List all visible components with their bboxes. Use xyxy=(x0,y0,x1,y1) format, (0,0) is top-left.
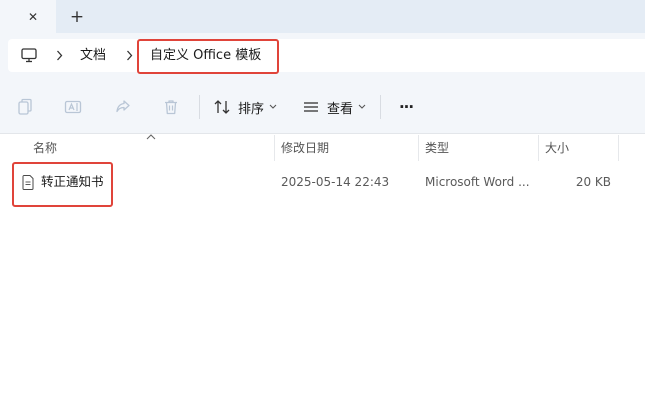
column-name[interactable]: 名称 xyxy=(33,135,57,161)
highlight-annotation xyxy=(137,39,279,74)
view-button[interactable]: 查看 xyxy=(302,93,366,121)
sort-ascending-icon xyxy=(146,134,156,140)
column-divider[interactable] xyxy=(418,135,419,161)
plus-icon: + xyxy=(69,6,85,27)
file-modified: 2025-05-14 22:43 xyxy=(281,175,390,189)
column-type[interactable]: 类型 xyxy=(425,135,449,161)
trash-icon xyxy=(165,100,177,115)
address-bar: 文档 自定义 Office 模板 xyxy=(0,33,645,80)
breadcrumb-item-documents[interactable]: 文档 xyxy=(80,39,106,72)
command-bar: 排序 查看 ··· xyxy=(0,80,645,134)
highlight-annotation xyxy=(12,162,113,207)
copy-icon xyxy=(18,98,32,115)
more-options-button[interactable]: ··· xyxy=(394,93,418,121)
new-tab-button[interactable]: + xyxy=(66,6,88,28)
close-tab-button[interactable]: ✕ xyxy=(23,7,43,27)
toolbar-divider xyxy=(380,95,381,119)
list-view-icon xyxy=(304,102,318,112)
computer-icon[interactable] xyxy=(18,39,40,72)
column-divider[interactable] xyxy=(618,135,619,161)
sort-icon xyxy=(214,100,230,114)
rename-button[interactable] xyxy=(64,93,86,121)
chevron-right-icon[interactable] xyxy=(122,39,136,72)
sort-label: 排序 xyxy=(238,101,265,117)
tab-strip: ✕ + xyxy=(0,0,645,33)
file-explorer-window: ✕ + 文档 自定义 Office 模板 排序 查看 ··· 名称 修改日期 类… xyxy=(0,0,645,401)
share-icon xyxy=(116,100,130,113)
column-modified[interactable]: 修改日期 xyxy=(281,135,329,161)
chevron-down-icon xyxy=(269,104,277,109)
rename-icon xyxy=(64,100,82,114)
column-divider[interactable] xyxy=(538,135,539,161)
share-button[interactable] xyxy=(114,93,136,121)
file-list: 转正通知书 2025-05-14 22:43 Microsoft Word ..… xyxy=(0,162,645,401)
column-divider[interactable] xyxy=(274,135,275,161)
file-size: 20 KB xyxy=(575,175,611,189)
delete-button[interactable] xyxy=(162,93,184,121)
tab-active[interactable]: ✕ xyxy=(0,0,56,33)
view-label: 查看 xyxy=(327,101,354,117)
column-header: 名称 修改日期 类型 大小 xyxy=(0,134,645,161)
chevron-right-icon[interactable] xyxy=(52,39,66,72)
more-icon: ··· xyxy=(398,98,414,116)
file-type: Microsoft Word ... xyxy=(425,175,530,189)
close-icon: ✕ xyxy=(27,10,39,24)
copy-button[interactable] xyxy=(16,93,38,121)
chevron-down-icon xyxy=(358,104,366,109)
sort-button[interactable]: 排序 xyxy=(213,93,277,121)
toolbar-divider xyxy=(199,95,200,119)
breadcrumb[interactable]: 文档 自定义 Office 模板 xyxy=(8,39,645,72)
column-size[interactable]: 大小 xyxy=(545,135,569,161)
